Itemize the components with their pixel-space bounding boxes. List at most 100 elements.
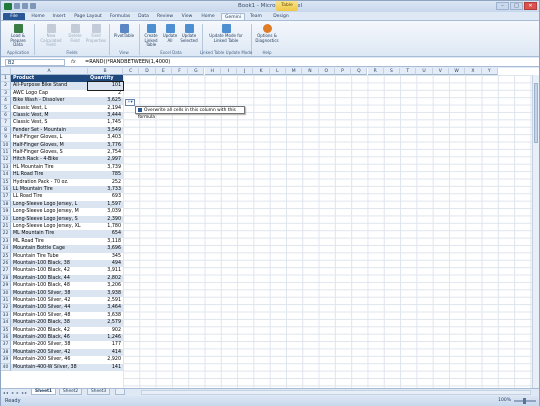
cell-quantity[interactable]: 2,754 bbox=[88, 149, 123, 156]
cell-quantity[interactable]: 2,802 bbox=[88, 274, 123, 283]
cell-product[interactable]: HL Road Tire bbox=[11, 171, 88, 179]
row-header[interactable]: 27 bbox=[1, 267, 11, 275]
cell-product[interactable]: Long-Sleeve Logo Jersey, S bbox=[11, 215, 88, 223]
update-mode-button[interactable]: Update Mode for Linked Table bbox=[205, 24, 247, 43]
row-header[interactable]: 36 bbox=[1, 334, 11, 342]
fx-icon[interactable]: fx bbox=[71, 59, 76, 65]
pivottable-button[interactable]: PivotTable bbox=[112, 24, 136, 39]
row-header[interactable]: 20 bbox=[1, 215, 11, 223]
cell-quantity[interactable]: 3,444 bbox=[88, 112, 123, 120]
row-header[interactable]: 10 bbox=[1, 141, 11, 149]
row-header[interactable]: 28 bbox=[1, 274, 11, 283]
column-header-product[interactable]: Product bbox=[11, 75, 88, 83]
column-header[interactable]: D bbox=[139, 68, 156, 75]
autocorrect-menu-item[interactable]: Overwrite all cells in this column with … bbox=[135, 106, 245, 120]
cell-product[interactable]: All-Purpose Bike Stand bbox=[11, 82, 88, 90]
cell-quantity[interactable]: 177 bbox=[88, 341, 123, 348]
row-header[interactable]: 1 bbox=[1, 75, 11, 83]
cell-product[interactable]: Mountain Tire Tube bbox=[11, 253, 88, 260]
row-header[interactable]: 40 bbox=[1, 363, 11, 371]
cell-quantity[interactable]: 2,591 bbox=[88, 297, 123, 304]
sheet-tab-sheet3[interactable]: Sheet3 bbox=[87, 389, 111, 395]
tab-review[interactable]: Review bbox=[154, 13, 176, 20]
cell-quantity[interactable]: 3,464 bbox=[88, 304, 123, 312]
row-header[interactable]: 3 bbox=[1, 89, 11, 98]
column-header[interactable]: B bbox=[88, 68, 123, 75]
cell-product[interactable]: Mountain-200 Silver, 46 bbox=[11, 356, 88, 363]
row-header[interactable]: 2 bbox=[1, 82, 11, 90]
row-header[interactable]: 13 bbox=[1, 163, 11, 172]
tab-gemini[interactable]: Gemini bbox=[221, 13, 245, 20]
row-header[interactable]: 16 bbox=[1, 186, 11, 194]
column-header[interactable]: H bbox=[204, 68, 221, 75]
cell-quantity[interactable]: 2,194 bbox=[88, 105, 123, 112]
row-header[interactable]: 5 bbox=[1, 104, 11, 112]
sheet-nav-buttons[interactable]: ◂◂ ◂ ▸ ▸▸ bbox=[3, 390, 28, 395]
cell-product[interactable]: Mountain-100 Silver, 48 bbox=[11, 312, 88, 319]
tab-team[interactable]: Team bbox=[247, 13, 265, 20]
column-header[interactable]: C bbox=[123, 68, 140, 75]
cell-quantity[interactable]: 494 bbox=[88, 260, 123, 268]
cell-product[interactable]: Mountain Bottle Cage bbox=[11, 245, 88, 253]
column-header[interactable]: Q bbox=[351, 68, 368, 75]
cell-product[interactable]: Mountain-100 Silver, 42 bbox=[11, 297, 88, 304]
cell-quantity[interactable]: 252 bbox=[88, 179, 123, 186]
cell-product[interactable]: Bike Wash - Dissolver bbox=[11, 97, 88, 105]
row-header[interactable]: 6 bbox=[1, 112, 11, 120]
cell-quantity[interactable]: 3,118 bbox=[88, 238, 123, 245]
cell-product[interactable]: Mountain-200 Black, 38 bbox=[11, 319, 88, 327]
row-header[interactable]: 22 bbox=[1, 230, 11, 238]
cell-quantity[interactable]: 3,625 bbox=[88, 97, 123, 105]
cell-quantity[interactable]: 3,549 bbox=[88, 126, 123, 135]
column-header[interactable]: E bbox=[155, 68, 172, 75]
column-header[interactable]: S bbox=[383, 68, 401, 75]
vertical-scrollbar[interactable] bbox=[532, 75, 539, 388]
formula-input[interactable]: =RAND()*RANDBETWEEN(1,4000) bbox=[85, 59, 170, 66]
column-header[interactable]: K bbox=[253, 68, 270, 75]
cell-quantity[interactable]: 3,638 bbox=[88, 312, 123, 319]
column-header[interactable]: T bbox=[400, 68, 417, 75]
row-header[interactable]: 29 bbox=[1, 282, 11, 290]
cell-quantity[interactable]: 3,739 bbox=[88, 164, 123, 171]
cell-product[interactable]: AWC Logo Cap bbox=[11, 90, 88, 97]
cell-quantity[interactable]: 1,780 bbox=[88, 223, 123, 230]
autocorrect-options-button[interactable]: ⚡▾ bbox=[125, 99, 135, 106]
row-header[interactable]: 12 bbox=[1, 156, 11, 164]
cell-product[interactable]: ML Mountain Tire bbox=[11, 230, 88, 238]
row-header[interactable]: 7 bbox=[1, 119, 11, 127]
cell-product[interactable]: Mountain-400-W Silver, 38 bbox=[11, 363, 88, 371]
row-header[interactable]: 21 bbox=[1, 223, 11, 231]
tab-home[interactable]: Home bbox=[28, 13, 48, 20]
cell-product[interactable]: HL Mountain Tire bbox=[11, 164, 88, 171]
row-header[interactable]: 35 bbox=[1, 326, 11, 334]
column-header[interactable]: M bbox=[286, 68, 303, 75]
cell-product[interactable]: Mountain-100 Black, 44 bbox=[11, 274, 88, 283]
row-header[interactable]: 25 bbox=[1, 252, 11, 260]
tab-view[interactable]: View bbox=[178, 13, 196, 20]
row-header[interactable]: 9 bbox=[1, 134, 11, 142]
update-all-button[interactable]: Update All bbox=[162, 24, 178, 43]
cell-product[interactable]: LL Mountain Tire bbox=[11, 186, 88, 194]
cell-product[interactable]: Mountain-100 Black, 42 bbox=[11, 267, 88, 274]
cell-product[interactable]: Mountain-200 Black, 42 bbox=[11, 327, 88, 334]
column-header[interactable]: Y bbox=[481, 68, 498, 75]
row-header[interactable]: 31 bbox=[1, 297, 11, 305]
cell-quantity[interactable]: 101 bbox=[87, 81, 124, 91]
cell-product[interactable]: Hitch Rack - 4-Bike bbox=[11, 156, 88, 164]
column-header[interactable]: N bbox=[302, 68, 319, 75]
cell-quantity[interactable]: 902 bbox=[88, 327, 123, 334]
minimize-button[interactable]: – bbox=[496, 2, 509, 10]
load-prepare-data-button[interactable]: Load & Prepare Data bbox=[5, 24, 31, 48]
cell-product[interactable]: Mountain-100 Silver, 38 bbox=[11, 289, 88, 297]
cell-quantity[interactable]: 3,938 bbox=[88, 289, 123, 297]
row-header[interactable]: 37 bbox=[1, 341, 11, 349]
column-header[interactable]: R bbox=[367, 68, 384, 75]
column-header[interactable]: A bbox=[11, 68, 88, 75]
name-box[interactable]: B2 bbox=[5, 59, 65, 66]
cell-product[interactable]: Half-Finger Gloves, L bbox=[11, 134, 88, 141]
cell-quantity[interactable]: 2,390 bbox=[88, 215, 123, 223]
cell-quantity[interactable]: 2,579 bbox=[88, 319, 123, 327]
cell-product[interactable]: Fender Set - Mountain bbox=[11, 126, 88, 135]
row-header[interactable]: 18 bbox=[1, 200, 11, 209]
row-header[interactable]: 32 bbox=[1, 304, 11, 312]
